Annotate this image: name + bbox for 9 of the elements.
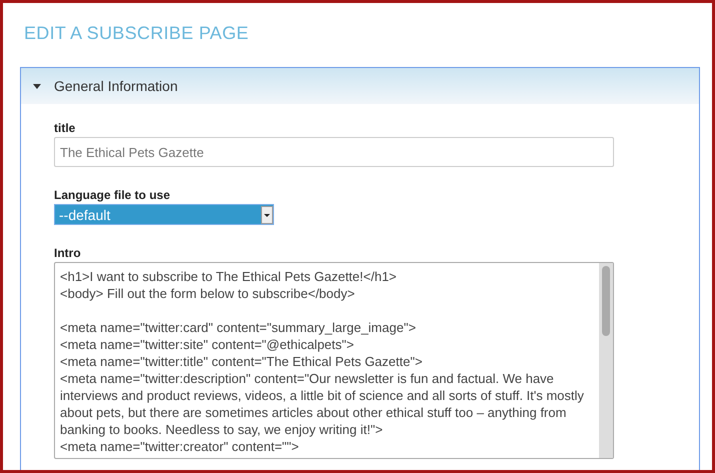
page-title: EDIT A SUBSCRIBE PAGE xyxy=(24,22,250,45)
field-label: Language file to use xyxy=(54,188,172,202)
panel-header[interactable]: General Information xyxy=(21,68,699,104)
field-label: title xyxy=(54,121,76,135)
intro-text-area[interactable]: <h1>I want to subscribe to The Ethical Pets Gazette!</h1> <body> Fill out the form below to subscribe</body> <meta name="twitter:card" content="summary_large_image"> <meta name="twitter:site" content="@ethicalpets"> <meta name="twitter:title" content="The Ethical Pets Gazette"> <meta name="twitter:description" content="Our newsletter is fun and factual. We have interviews and product reviews, videos, a little bit of science and all sorts of stuff. It's mostly about pets, but there are sometimes articles about other ethical stuff too – anything from banking to books. Needless to say, we enjoy writing it!"> <meta name="twitter:creator" content=""> xyxy=(54,262,614,459)
collapse-triangle-icon xyxy=(33,84,41,88)
title-input-field[interactable]: The Ethical Pets Gazette xyxy=(54,137,614,167)
field-label: Intro xyxy=(54,246,82,260)
scrollbar[interactable] xyxy=(599,263,613,458)
